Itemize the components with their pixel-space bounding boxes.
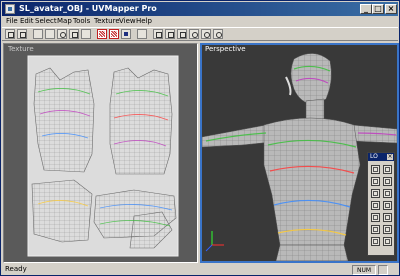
palette-tool-7-icon[interactable] (371, 201, 380, 210)
palette-tool-14-icon[interactable] (383, 237, 392, 246)
app-window: SL_avatar_OBJ - UVMapper Pro _ □ × File … (0, 0, 400, 276)
palette-tool-13-icon[interactable] (371, 237, 380, 246)
select-vertices-icon[interactable] (109, 29, 119, 39)
palette-tool-6-icon[interactable] (383, 189, 392, 198)
view-front-icon[interactable] (153, 29, 163, 39)
palette-tool-5-icon[interactable] (371, 189, 380, 198)
app-icon (5, 4, 15, 14)
status-bar: Ready NUM (2, 264, 398, 276)
view-palette-close-button[interactable]: × (387, 154, 393, 160)
settings-icon[interactable] (213, 29, 223, 39)
view-side-icon[interactable] (165, 29, 175, 39)
title-bar[interactable]: SL_avatar_OBJ - UVMapper Pro _ □ × (2, 2, 398, 16)
fill-icon[interactable] (137, 29, 147, 39)
open-file-icon[interactable] (5, 29, 15, 39)
hand-pan-icon[interactable] (45, 29, 55, 39)
select-rect-icon[interactable] (69, 29, 79, 39)
palette-tool-1-icon[interactable] (371, 165, 380, 174)
close-button[interactable]: × (385, 4, 397, 14)
zoom-icon[interactable] (57, 29, 67, 39)
window-title: SL_avatar_OBJ - UVMapper Pro (19, 4, 157, 13)
view-palette: LO × (367, 152, 395, 256)
view-cylinder-icon[interactable] (201, 29, 211, 39)
palette-tool-3-icon[interactable] (371, 177, 380, 186)
menu-bar: File Edit Select Map Tools Texture View … (2, 16, 398, 27)
minimize-button[interactable]: _ (360, 4, 372, 14)
texture-panel[interactable]: Texture (3, 43, 198, 263)
status-text: Ready (5, 265, 27, 273)
undo-icon[interactable] (33, 29, 43, 39)
palette-tool-11-icon[interactable] (371, 225, 380, 234)
uv-layout-canvas[interactable] (4, 44, 197, 262)
palette-tool-8-icon[interactable] (383, 201, 392, 210)
view-sphere-icon[interactable] (189, 29, 199, 39)
menu-file[interactable]: File (6, 17, 18, 26)
palette-tool-2-icon[interactable] (383, 165, 392, 174)
maximize-button[interactable]: □ (372, 4, 384, 14)
palette-tool-12-icon[interactable] (383, 225, 392, 234)
axis-gizmo (205, 231, 224, 252)
menu-select[interactable]: Select (35, 17, 57, 26)
status-pane (378, 265, 388, 275)
palette-tool-9-icon[interactable] (371, 213, 380, 222)
menu-texture[interactable]: Texture (94, 17, 120, 26)
view-top-icon[interactable] (177, 29, 187, 39)
menu-tools[interactable]: Tools (73, 17, 90, 26)
lasso-icon[interactable] (81, 29, 91, 39)
save-file-icon[interactable] (17, 29, 27, 39)
menu-help[interactable]: Help (136, 17, 152, 26)
menu-view[interactable]: View (119, 17, 136, 26)
select-faces-icon[interactable] (97, 29, 107, 39)
menu-map[interactable]: Map (57, 17, 72, 26)
toolbar (2, 27, 398, 41)
select-groups-icon[interactable] (121, 29, 131, 39)
num-lock-indicator: NUM (352, 265, 376, 275)
menu-edit[interactable]: Edit (20, 17, 34, 26)
palette-tool-10-icon[interactable] (383, 213, 392, 222)
palette-tool-4-icon[interactable] (383, 177, 392, 186)
